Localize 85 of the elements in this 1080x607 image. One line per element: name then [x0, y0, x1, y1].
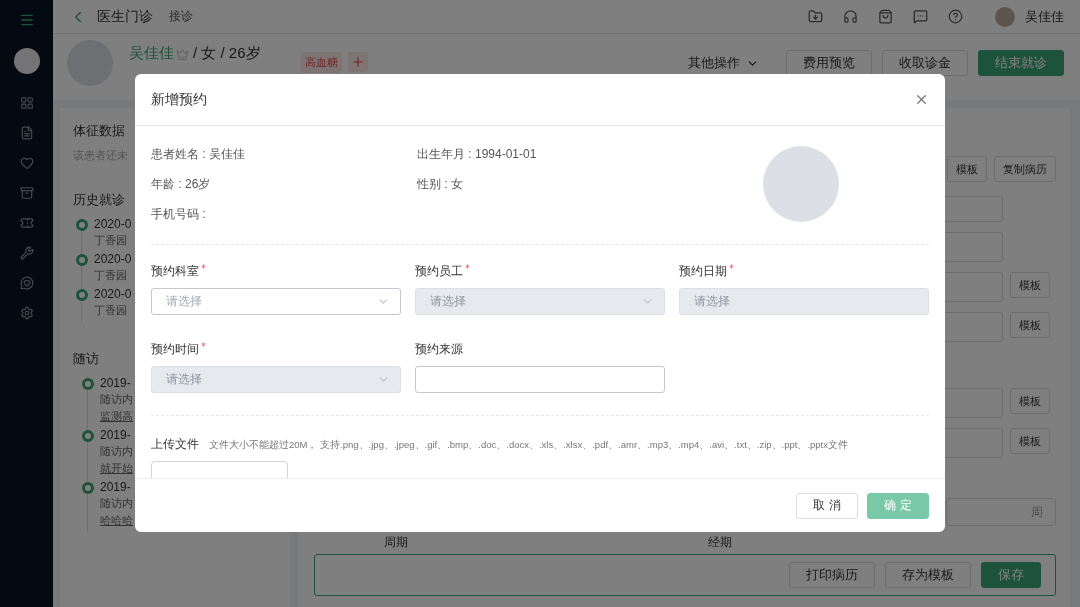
patient-info: 手机号码 : [151, 206, 207, 223]
patient-info: 年龄 : 26岁 [151, 176, 212, 193]
followup-content: 随访内 [100, 496, 133, 511]
visit-date: 2020-0 [94, 217, 132, 231]
save-button[interactable]: 保存 [981, 562, 1041, 588]
section-title: 随访 [73, 350, 100, 368]
visit-place: 丁香园 [94, 268, 128, 283]
required-icon [728, 263, 735, 270]
other-actions-dropdown[interactable]: 其他操作 [671, 50, 776, 76]
followup-link[interactable]: 监测高 [100, 409, 133, 424]
menu-icon[interactable] [18, 12, 35, 28]
section-title: 历史就诊 [73, 191, 126, 209]
followup-date: 2019- [100, 376, 132, 390]
page-title: 医生门诊 [97, 7, 153, 26]
cancel-button[interactable]: 取 消 [796, 492, 858, 519]
followup-content: 随访内 [100, 444, 133, 459]
action-button[interactable]: 收取诊金 [882, 50, 968, 76]
headphones-icon[interactable] [843, 9, 858, 24]
close-button[interactable] [914, 92, 929, 107]
wrench-icon[interactable] [19, 246, 34, 260]
visit-place: 丁香园 [94, 233, 128, 248]
followup-date: 2019- [100, 428, 132, 442]
plus-icon [350, 55, 365, 69]
template-button[interactable]: 模板 [1010, 312, 1050, 338]
add-tag-button[interactable] [347, 52, 368, 72]
patient-name: 吴佳佳 [129, 44, 174, 63]
followup-link[interactable]: 就开始 [100, 461, 133, 476]
field-label: 周期 [384, 534, 408, 551]
template-button[interactable]: 模板 [1010, 272, 1050, 298]
patient-tag: 高血糖 [300, 52, 342, 73]
grid-icon[interactable] [19, 96, 34, 110]
section-title: 体征数据 [73, 122, 126, 140]
field-label: 经期 [708, 534, 732, 551]
template-button[interactable]: 复制病历 [994, 156, 1056, 182]
ticket-icon[interactable] [19, 216, 34, 230]
template-button[interactable]: 模板 [947, 156, 987, 182]
select-field[interactable]: 请选择 [151, 288, 401, 315]
breadcrumb: 接诊 [169, 8, 193, 25]
template-button[interactable]: 模板 [1010, 388, 1050, 414]
help-icon[interactable] [948, 9, 963, 24]
upload-label: 上传文件 [151, 436, 199, 453]
required-icon [200, 341, 207, 348]
field-label: 预约日期 [679, 263, 727, 280]
field-label: 预约时间 [151, 341, 199, 358]
archive-icon[interactable] [19, 186, 34, 200]
logo [13, 48, 40, 74]
field-label: 预约员工 [415, 263, 463, 280]
primary-button[interactable]: 结束就诊 [978, 50, 1064, 76]
dialog-title: 新增预约 [151, 90, 207, 109]
user-name: 吴佳佳 [1025, 7, 1064, 26]
action-button[interactable]: 费用预览 [786, 50, 872, 76]
user-avatar [995, 6, 1015, 27]
patient-details: / 女 / 26岁 [193, 44, 261, 63]
visit-place: 丁香园 [94, 303, 128, 318]
chat-heart-icon[interactable] [19, 276, 34, 290]
crown-icon [176, 48, 189, 61]
followup-date: 2019- [100, 480, 132, 494]
upload-hint: 文件大小不能超过20M， 支持.png、.jpg、.jpeg、.gif、.bmp、.doc、.docx、.xls、.xlsx、.pdf、.amr、.mp3、.mp4、.avi、.txt、.zip、.ppt、.pptx文件 [209, 439, 848, 452]
action-button[interactable]: 存为模板 [885, 562, 971, 588]
timeline-dot-icon [76, 289, 88, 301]
timeline-dot-icon [76, 219, 88, 231]
patient-info: 患者姓名 : 吴佳佳 [151, 146, 246, 163]
settings-icon[interactable] [19, 306, 34, 320]
visit-date: 2020-0 [94, 252, 132, 266]
patient-info: 出生年月 : 1994-01-01 [417, 146, 538, 163]
patient-info: 性别 : 女 [417, 176, 464, 193]
visit-date: 2020-0 [94, 287, 132, 301]
field-label: 预约科室 [151, 263, 199, 280]
followup-content: 随访内 [100, 392, 133, 407]
timeline-dot-icon [82, 378, 94, 390]
followup-link[interactable]: 哈哈哈 [100, 513, 133, 528]
bag-icon[interactable] [878, 9, 893, 24]
required-icon [200, 263, 207, 270]
folder-download-icon[interactable] [808, 9, 823, 24]
timeline-dot-icon [76, 254, 88, 266]
required-icon [464, 263, 471, 270]
action-button[interactable]: 打印病历 [789, 562, 875, 588]
chat-icon[interactable] [913, 9, 928, 24]
timeline-dot-icon [82, 430, 94, 442]
field-label: 预约来源 [415, 341, 463, 358]
input-field[interactable] [415, 366, 665, 393]
document-icon[interactable] [19, 126, 34, 140]
template-button[interactable]: 模板 [1010, 428, 1050, 454]
heart-icon[interactable] [19, 156, 34, 170]
timeline-dot-icon [82, 482, 94, 494]
